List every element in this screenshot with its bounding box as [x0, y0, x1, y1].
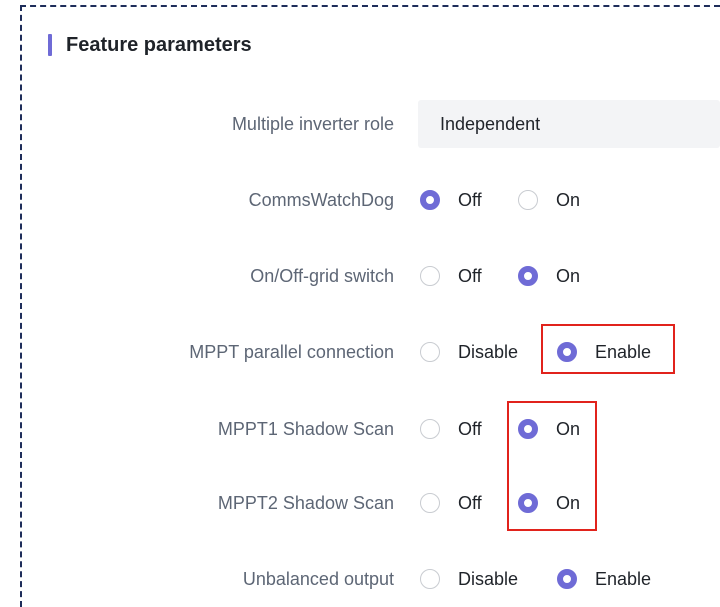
- multiple-inverter-role-select[interactable]: Independent: [418, 100, 720, 148]
- mppt-parallel-connection-disable-text: Disable: [458, 341, 519, 362]
- mppt2-shadow-scan-off-radio[interactable]: Off: [420, 481, 482, 525]
- row-mppt2-shadow-scan: MPPT2 Shadow Scan Off On: [0, 481, 720, 525]
- mppt1-shadow-scan-on-radio[interactable]: On: [518, 407, 580, 451]
- radio-unchecked-icon: [420, 493, 440, 513]
- unbalanced-output-disable-text: Disable: [458, 568, 519, 589]
- mppt2-shadow-scan-label: MPPT2 Shadow Scan: [217, 493, 394, 513]
- radio-unchecked-icon: [420, 266, 440, 286]
- radio-checked-icon: [557, 342, 577, 362]
- radio-checked-icon: [420, 190, 440, 210]
- dashed-frame-top: [20, 5, 720, 7]
- section-accent-bar: [48, 34, 52, 56]
- comms-watchdog-on-radio[interactable]: On: [518, 178, 580, 222]
- mppt-parallel-connection-disable-radio[interactable]: Disable: [420, 330, 518, 374]
- mppt-parallel-connection-enable-text: Enable: [595, 341, 652, 362]
- section-header: Feature parameters: [48, 30, 252, 60]
- multiple-inverter-role-label: Multiple inverter role: [231, 114, 394, 134]
- comms-watchdog-off-radio[interactable]: Off: [420, 178, 482, 222]
- row-mppt1-shadow-scan: MPPT1 Shadow Scan Off On: [0, 407, 720, 451]
- unbalanced-output-enable-text: Enable: [595, 568, 652, 589]
- row-comms-watchdog: CommsWatchDog Off On: [0, 178, 720, 222]
- radio-unchecked-icon: [518, 190, 538, 210]
- unbalanced-output-label: Unbalanced output: [242, 569, 394, 589]
- mppt-parallel-connection-label: MPPT parallel connection: [189, 342, 394, 362]
- radio-unchecked-icon: [420, 342, 440, 362]
- radio-checked-icon: [518, 266, 538, 286]
- on-off-grid-switch-on-radio[interactable]: On: [518, 254, 580, 298]
- comms-watchdog-off-text: Off: [458, 189, 482, 210]
- mppt1-shadow-scan-off-text: Off: [458, 418, 482, 439]
- row-on-off-grid-switch: On/Off-grid switch Off On: [0, 254, 720, 298]
- row-unbalanced-output: Unbalanced output Disable Enable: [0, 557, 720, 601]
- row-mppt-parallel-connection: MPPT parallel connection Disable Enable: [0, 330, 720, 374]
- section-title: Feature parameters: [66, 33, 252, 56]
- multiple-inverter-role-value: Independent: [440, 114, 541, 134]
- radio-checked-icon: [518, 493, 538, 513]
- on-off-grid-switch-off-radio[interactable]: Off: [420, 254, 482, 298]
- radio-unchecked-icon: [420, 569, 440, 589]
- comms-watchdog-on-text: On: [556, 189, 581, 210]
- feature-parameters-panel: Feature parameters Multiple inverter rol…: [0, 0, 720, 607]
- row-multiple-inverter-role: Multiple inverter role Independent: [0, 100, 720, 148]
- mppt1-shadow-scan-label: MPPT1 Shadow Scan: [217, 419, 394, 439]
- comms-watchdog-label: CommsWatchDog: [248, 190, 394, 210]
- mppt1-shadow-scan-off-radio[interactable]: Off: [420, 407, 482, 451]
- on-off-grid-switch-label: On/Off-grid switch: [250, 266, 394, 286]
- radio-unchecked-icon: [420, 419, 440, 439]
- mppt2-shadow-scan-on-radio[interactable]: On: [518, 481, 580, 525]
- mppt2-shadow-scan-off-text: Off: [458, 492, 482, 513]
- radio-checked-icon: [557, 569, 577, 589]
- on-off-grid-switch-off-text: Off: [458, 265, 482, 286]
- unbalanced-output-enable-radio[interactable]: Enable: [557, 557, 651, 601]
- mppt2-shadow-scan-on-text: On: [556, 492, 581, 513]
- on-off-grid-switch-on-text: On: [556, 265, 581, 286]
- radio-checked-icon: [518, 419, 538, 439]
- mppt1-shadow-scan-on-text: On: [556, 418, 581, 439]
- mppt-parallel-connection-enable-radio[interactable]: Enable: [557, 330, 651, 374]
- unbalanced-output-disable-radio[interactable]: Disable: [420, 557, 518, 601]
